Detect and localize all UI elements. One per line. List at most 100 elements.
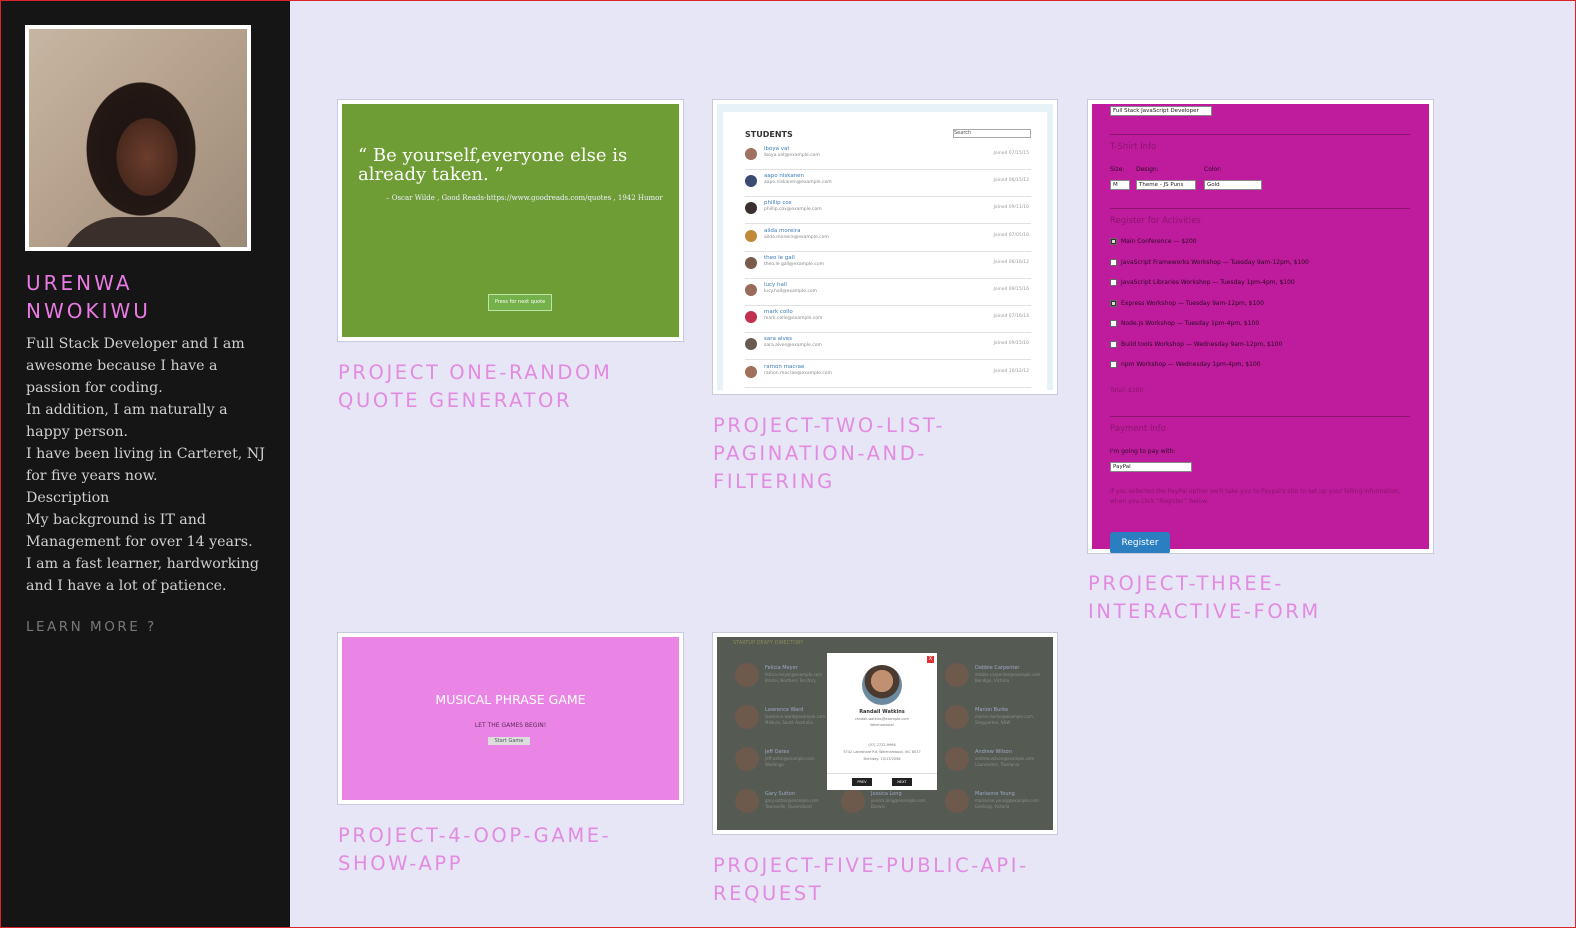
student-avatar: [745, 284, 757, 296]
payment-heading: Payment Info: [1110, 424, 1167, 434]
prev-button: PREV: [852, 778, 872, 786]
pay-label: I'm going to pay with:: [1110, 448, 1176, 455]
student-name: phillip cox: [764, 200, 792, 207]
employee-email: jessica.long@example.com: [871, 798, 926, 803]
design-label: Design:: [1136, 166, 1159, 173]
employee-location: Geelong, Victoria: [975, 804, 1010, 809]
student-name: ailda moreira: [764, 227, 801, 234]
activities-heading: Register for Activities: [1110, 216, 1201, 226]
quote-text: “ Be yourself,everyone else is already t…: [358, 145, 628, 185]
employee-avatar: [945, 789, 969, 813]
employee-location: Launceston, Tasmania: [975, 762, 1020, 767]
employee-email: marion.burke@example.com: [975, 714, 1033, 719]
student-name: lucy hall: [764, 282, 787, 288]
size-label: Size:: [1110, 166, 1125, 173]
checkbox-box: [1110, 299, 1117, 307]
employee-name: Lawrence Ward: [765, 707, 804, 713]
directory-header: STARTUP DEAFY DIRECTORY: [733, 640, 804, 646]
next-button: NEXT: [892, 778, 912, 786]
student-name: iboya vat: [764, 146, 790, 152]
employee-name: Jessica Long: [871, 791, 902, 797]
activity-checkbox: JavaScript Libraries Workshop — Tuesday …: [1110, 279, 1295, 286]
profile-bio: Full Stack Developer and I am awesome be…: [26, 333, 271, 597]
project-four-thumbnail[interactable]: MUSICAL PHRASE GAME LET THE GAMES BEGIN!…: [337, 632, 684, 805]
employee-email: jeff.oates@example.com: [765, 756, 815, 761]
student-joined: Joined 07/16/14: [993, 314, 1029, 320]
student-joined: Joined 09/11/16: [993, 205, 1029, 211]
student-joined: Joined 10/12/12: [993, 368, 1029, 374]
modal-name: Randall Watkins: [859, 709, 905, 715]
design-select: Theme - JS Puns: [1136, 180, 1196, 190]
bio-line: Description: [26, 490, 110, 506]
activity-label: Express Workshop — Tuesday 9am-12pm, $10…: [1121, 299, 1264, 307]
student-avatar: [745, 148, 757, 160]
student-email: aapo.niskanen@example.com: [764, 180, 832, 186]
activity-label: JavaScript Libraries Workshop — Tuesday …: [1121, 279, 1295, 286]
student-joined: Joined 09/15/16: [993, 341, 1029, 347]
employee-card: Felicia Meyer felicia.meyer@example.com Br…: [735, 659, 827, 691]
employee-email: lawrence.ward@example.com: [765, 714, 826, 719]
project-three-title[interactable]: PROJECT-THREE-INTERACTIVE-FORM: [1088, 570, 1378, 626]
modal-nav: PREV NEXT: [827, 773, 937, 790]
students-heading: STUDENTS: [745, 130, 793, 139]
student-avatar: [745, 202, 757, 215]
student-row: lucy hall lucy.hall@example.com Joined 09/…: [745, 278, 1031, 306]
color-label: Color:: [1204, 166, 1222, 173]
project-five-thumbnail[interactable]: STARTUP DEAFY DIRECTORY Felicia Meyer fel…: [712, 632, 1058, 835]
search-input: Search: [953, 129, 1031, 138]
project-five-title[interactable]: PROJECT-FIVE-PUBLIC-API-REQUEST: [713, 852, 1053, 908]
employee-card: Marion Burke marion.burke@example.com Shep…: [945, 701, 1037, 733]
student-row: ailda moreira ailda.moreira@example.com Jo…: [745, 224, 1031, 252]
project-two-title[interactable]: PROJECT-TWO-LIST-PAGINATION-AND-FILTERIN…: [713, 412, 1003, 496]
student-row: ramon macrae ramon.macrae@example.com Join…: [745, 360, 1031, 388]
student-name: aapo niskanen: [764, 173, 805, 180]
activity-checkbox: Build tools Workshop — Wednesday 9am-12p…: [1110, 340, 1282, 348]
checkbox-box: [1110, 361, 1117, 368]
employee-location: Mildura, South Australia: [765, 720, 813, 725]
employee-avatar: [945, 705, 969, 729]
project-one-thumbnail[interactable]: “ Be yourself,everyone else is already t…: [337, 99, 684, 342]
employee-avatar: [945, 747, 969, 771]
employee-location: Darwin: [871, 804, 886, 809]
employee-card: Marianne Young marianne.young@example.com…: [945, 785, 1039, 817]
student-email: lucy.hall@example.com: [764, 289, 818, 294]
student-row: mark collo mark.collo@example.com Joined 0…: [745, 305, 1031, 334]
project-four-title[interactable]: PROJECT-4-OOP-GAME-SHOW-APP: [338, 822, 638, 878]
employee-name: Felicia Meyer: [765, 665, 798, 671]
student-avatar: [745, 229, 757, 242]
employee-avatar: [945, 663, 969, 687]
modal-birthday: Birthday: 10/13/2058: [863, 757, 901, 761]
project-one-title[interactable]: PROJECT ONE-RANDOM QUOTE GENERATOR: [338, 359, 648, 415]
activity-checkbox: JavaScript Frameworks Workshop — Tuesday…: [1110, 258, 1309, 266]
next-quote-button: Press for next quote: [488, 294, 552, 311]
total-text: Total: $300: [1110, 387, 1144, 394]
student-row: phillip cox phillip.cox@example.com Joined…: [745, 196, 1031, 225]
student-name: ramon macrae: [764, 363, 805, 370]
learn-more-link[interactable]: LEARN MORE ?: [26, 619, 157, 635]
project-three-thumbnail[interactable]: Full Stack JavaScript Developer T-Shirt …: [1087, 99, 1434, 554]
employee-avatar: [735, 663, 759, 687]
profile-photo: [29, 29, 247, 247]
activity-label: Main Conference — $200: [1121, 238, 1197, 245]
modal-phone: (07) 2722-9966: [868, 743, 896, 747]
project-two-thumbnail[interactable]: STUDENTS Search iboya vat iboya.vat@examp…: [712, 99, 1058, 395]
activity-checkbox: Express Workshop — Tuesday 9am-12pm, $10…: [1110, 299, 1264, 307]
activity-label: Node.js Workshop — Tuesday 1pm-4pm, $100: [1121, 320, 1260, 327]
student-email: theo.le gall@example.com: [764, 261, 824, 267]
modal-address: 5742 Lakeshore Rd, Warrnambool, VIC 8037: [843, 750, 921, 754]
profile-name: URENWA NWOKIWU: [26, 271, 151, 323]
student-email: ailda.moreira@example.com: [764, 234, 829, 240]
employee-email: andrew.wilson@example.com: [975, 756, 1035, 761]
tshirt-heading: T-Shirt Info: [1110, 142, 1157, 152]
employee-location: Townsville, Queensland: [765, 804, 812, 809]
employee-name: Gary Sutton: [765, 791, 796, 797]
job-role-select: Full Stack JavaScript Developer: [1110, 106, 1212, 116]
game-subtitle: LET THE GAMES BEGIN!: [474, 722, 547, 729]
checkbox-box: [1110, 320, 1117, 327]
activity-checkbox: Main Conference — $200: [1110, 238, 1197, 245]
student-joined: Joined 07/15/15: [993, 151, 1029, 156]
student-name: theo le gall: [764, 254, 795, 261]
checkbox-box: [1110, 258, 1117, 266]
start-game-button: Start Game: [488, 737, 530, 745]
employee-card: Lawrence Ward lawrence.ward@example.com Mi…: [735, 701, 827, 733]
